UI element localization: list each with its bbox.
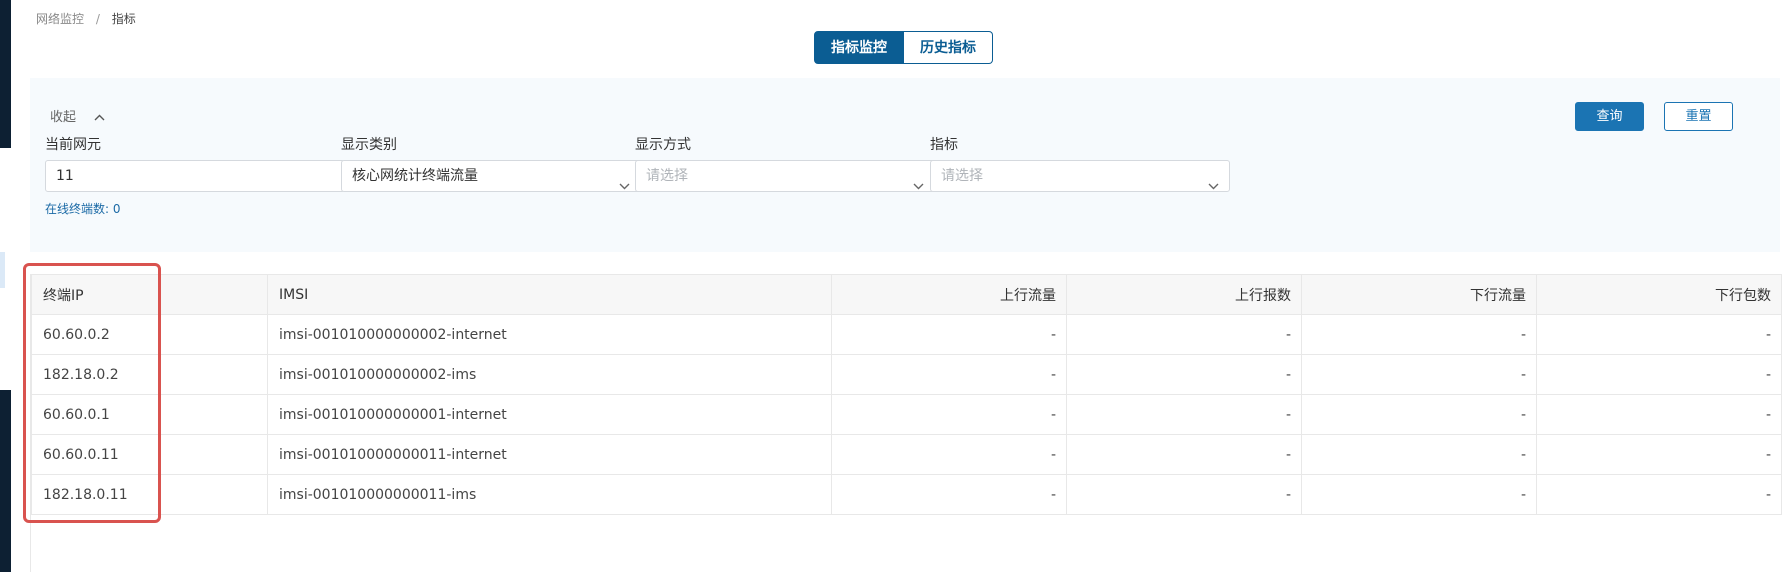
online-terminal-count: 在线终端数: 0 bbox=[45, 202, 121, 216]
cell-imsi: imsi-001010000000002-internet bbox=[267, 314, 832, 355]
breadcrumb-parent[interactable]: 网络监控 bbox=[36, 12, 84, 26]
cell-imsi: imsi-001010000000011-ims bbox=[267, 474, 832, 515]
cell-downlink-packets: - bbox=[1536, 394, 1782, 435]
cell-downlink-traffic: - bbox=[1301, 354, 1537, 395]
breadcrumb-separator: / bbox=[95, 12, 100, 26]
cell-imsi: imsi-001010000000001-internet bbox=[267, 394, 832, 435]
network-element-value: 11 bbox=[56, 168, 74, 184]
cell-terminal-ip: 60.60.0.11 bbox=[31, 434, 268, 475]
cell-uplink-packets: - bbox=[1066, 474, 1302, 515]
chevron-down-icon bbox=[1208, 171, 1219, 190]
cell-terminal-ip: 60.60.0.2 bbox=[31, 314, 268, 355]
cell-uplink-packets: - bbox=[1066, 394, 1302, 435]
display-mode-placeholder: 请选择 bbox=[646, 168, 688, 184]
breadcrumb: 网络监控 / 指标 bbox=[36, 10, 136, 27]
cell-uplink-traffic: - bbox=[831, 434, 1067, 475]
cell-uplink-packets: - bbox=[1066, 354, 1302, 395]
collapse-toggle[interactable]: 收起 bbox=[50, 106, 105, 125]
breadcrumb-current: 指标 bbox=[111, 12, 136, 26]
display-mode-select[interactable]: 请选择 bbox=[635, 160, 935, 192]
cell-uplink-packets: - bbox=[1066, 314, 1302, 355]
table-row[interactable]: 182.18.0.11 imsi-001010000000011-ims - -… bbox=[31, 474, 1782, 515]
metric-placeholder: 请选择 bbox=[941, 168, 983, 184]
table-row[interactable]: 60.60.0.2 imsi-001010000000002-internet … bbox=[31, 314, 1782, 355]
display-mode-label: 显示方式 bbox=[635, 137, 691, 153]
column-header-terminal-ip[interactable]: 终端IP bbox=[31, 274, 268, 315]
view-tabs: 指标监控 历史指标 bbox=[814, 31, 993, 64]
cell-terminal-ip: 60.60.0.1 bbox=[31, 394, 268, 435]
collapse-label: 收起 bbox=[50, 110, 77, 125]
terminal-traffic-table: 终端IP IMSI 上行流量 上行报数 下行流量 下行包数 60.60.0.2 … bbox=[30, 274, 1782, 572]
chevron-down-icon bbox=[619, 171, 630, 190]
metric-label: 指标 bbox=[930, 137, 958, 153]
tab-history-metrics[interactable]: 历史指标 bbox=[904, 31, 993, 64]
table-row[interactable]: 60.60.0.1 imsi-001010000000001-internet … bbox=[31, 394, 1782, 435]
cell-uplink-traffic: - bbox=[831, 314, 1067, 355]
reset-button[interactable]: 重置 bbox=[1664, 102, 1733, 131]
display-category-select[interactable]: 核心网统计终端流量 bbox=[341, 160, 641, 192]
table-row[interactable]: 182.18.0.2 imsi-001010000000002-ims - - … bbox=[31, 354, 1782, 395]
cell-downlink-traffic: - bbox=[1301, 434, 1537, 475]
cell-uplink-traffic: - bbox=[831, 354, 1067, 395]
tab-metric-monitor[interactable]: 指标监控 bbox=[814, 31, 904, 64]
network-element-label: 当前网元 bbox=[45, 137, 101, 153]
cell-uplink-traffic: - bbox=[831, 394, 1067, 435]
left-sidebar-edge-bottom bbox=[0, 390, 11, 572]
chevron-down-icon bbox=[913, 171, 924, 190]
cell-downlink-packets: - bbox=[1536, 314, 1782, 355]
cell-downlink-traffic: - bbox=[1301, 474, 1537, 515]
table-row[interactable]: 60.60.0.11 imsi-001010000000011-internet… bbox=[31, 434, 1782, 475]
cell-uplink-packets: - bbox=[1066, 434, 1302, 475]
cell-downlink-traffic: - bbox=[1301, 314, 1537, 355]
column-header-downlink-traffic[interactable]: 下行流量 bbox=[1301, 274, 1537, 315]
column-header-imsi[interactable]: IMSI bbox=[267, 274, 832, 315]
cell-downlink-packets: - bbox=[1536, 434, 1782, 475]
cell-downlink-traffic: - bbox=[1301, 394, 1537, 435]
chevron-up-icon bbox=[94, 111, 105, 124]
filter-panel: 收起 查询 重置 当前网元 11 在线终端数: 0 显示类别 核心网统计终端流量… bbox=[30, 78, 1780, 252]
cell-terminal-ip: 182.18.0.2 bbox=[31, 354, 268, 395]
metric-select[interactable]: 请选择 bbox=[930, 160, 1230, 192]
column-header-downlink-packets[interactable]: 下行包数 bbox=[1536, 274, 1782, 315]
column-header-uplink-packets[interactable]: 上行报数 bbox=[1066, 274, 1302, 315]
query-button[interactable]: 查询 bbox=[1575, 102, 1644, 131]
left-sidebar-marker bbox=[0, 252, 5, 288]
cell-downlink-packets: - bbox=[1536, 354, 1782, 395]
cell-imsi: imsi-001010000000011-internet bbox=[267, 434, 832, 475]
column-header-uplink-traffic[interactable]: 上行流量 bbox=[831, 274, 1067, 315]
cell-downlink-packets: - bbox=[1536, 474, 1782, 515]
cell-uplink-traffic: - bbox=[831, 474, 1067, 515]
left-sidebar-edge-top bbox=[0, 0, 11, 148]
display-category-value: 核心网统计终端流量 bbox=[352, 168, 478, 184]
display-category-label: 显示类别 bbox=[341, 137, 397, 153]
network-element-input[interactable]: 11 bbox=[45, 160, 345, 192]
cell-imsi: imsi-001010000000002-ims bbox=[267, 354, 832, 395]
data-table: 终端IP IMSI 上行流量 上行报数 下行流量 下行包数 60.60.0.2 … bbox=[31, 274, 1782, 515]
table-header-row: 终端IP IMSI 上行流量 上行报数 下行流量 下行包数 bbox=[31, 274, 1782, 315]
cell-terminal-ip: 182.18.0.11 bbox=[31, 474, 268, 515]
